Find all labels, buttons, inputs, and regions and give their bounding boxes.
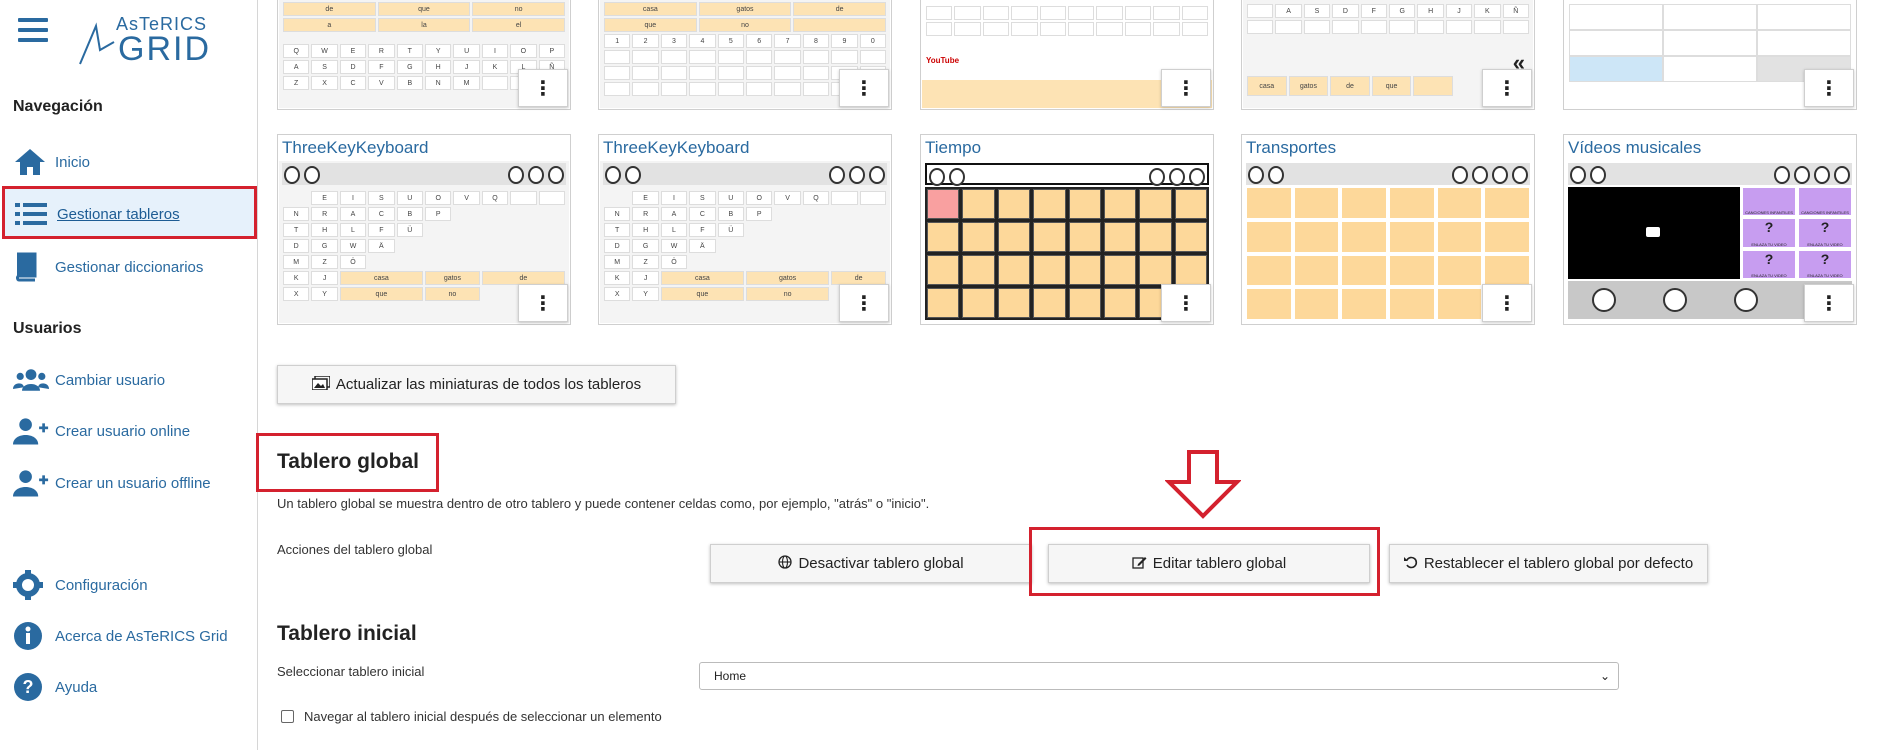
app-logo: AsTeRICS GRID — [76, 14, 209, 66]
board-thumbnail-threekey-2[interactable]: ThreeKeyKeyboard EISUOVQ NRACBP THLFÜ DG… — [598, 134, 892, 325]
rewind-icon — [1591, 288, 1616, 312]
nav-item-help[interactable]: ? Ayuda — [13, 670, 97, 704]
board-name[interactable]: ThreeKeyKeyboard — [282, 138, 428, 158]
initial-board-select[interactable]: Home ⌄ — [699, 662, 1619, 690]
nav-item-create-offline-user[interactable]: Crear un usuario offline — [13, 466, 211, 500]
navigate-initial-checkbox-row[interactable]: Navegar al tablero inicial después de se… — [281, 709, 662, 724]
play-icon — [1733, 288, 1758, 312]
undo-icon — [1403, 555, 1418, 573]
board-thumbnail-threekey-1[interactable]: ThreeKeyKeyboard EISUOVQ NRACBP THLFÜ DG… — [277, 134, 571, 325]
board-menu-button[interactable]: ⋮ — [518, 284, 568, 322]
images-icon — [311, 374, 331, 394]
reset-global-board-button[interactable]: Restablecer el tablero global por defect… — [1389, 544, 1708, 583]
nav-section-title: Navegación — [13, 98, 103, 115]
board-thumbnail-music-videos[interactable]: Vídeos musicales CANCIONES INFANTILES CA… — [1563, 134, 1857, 325]
nav-item-home[interactable]: Inicio — [13, 145, 90, 179]
nav-item-create-online-user[interactable]: Crear usuario online — [13, 414, 190, 448]
nav-item-boards-highlight: Gestionar tableros — [2, 186, 257, 239]
video-player — [1568, 187, 1740, 279]
nav-item-settings[interactable]: Configuración — [13, 568, 148, 602]
board-thumbnail[interactable]: YouTube ⋮ — [920, 0, 1214, 110]
nav-item-about[interactable]: Acerca de AsTeRICS Grid — [13, 619, 228, 653]
nav-item-dictionaries[interactable]: Gestionar diccionarios — [13, 250, 203, 284]
board-thumbnail-transport[interactable]: Transportes ⋮ — [1241, 134, 1535, 325]
edit-icon — [1132, 555, 1147, 573]
nav-item-change-user[interactable]: Cambiar usuario — [13, 363, 165, 397]
users-icon — [13, 365, 49, 395]
gear-icon — [13, 570, 49, 600]
board-thumbnail[interactable]: casa gatos de que no 1234567890 ⋮ — [598, 0, 892, 110]
board-menu-button[interactable]: ⋮ — [1804, 284, 1854, 322]
update-thumbnails-button[interactable]: Actualizar las miniaturas de todos los t… — [277, 365, 676, 404]
deactivate-global-board-button[interactable]: Desactivar tablero global — [710, 544, 1032, 583]
board-menu-button[interactable]: ⋮ — [1482, 69, 1532, 107]
user-plus-icon — [13, 468, 49, 498]
board-menu-button[interactable]: ⋮ — [1161, 69, 1211, 107]
sidebar: AsTeRICS GRID Navegación Inicio Gestiona… — [0, 0, 258, 750]
pause-icon — [1662, 288, 1687, 312]
board-menu-button[interactable]: ⋮ — [518, 69, 568, 107]
global-board-description: Un tablero global se muestra dentro de o… — [277, 496, 930, 511]
global-board-title: Tablero global — [277, 450, 419, 473]
globe-icon — [778, 554, 793, 573]
board-thumbnail[interactable]: ⋮ — [1563, 0, 1857, 110]
book-icon — [13, 252, 49, 282]
board-name[interactable]: Vídeos musicales — [1568, 138, 1701, 158]
board-name[interactable]: Tiempo — [925, 138, 981, 158]
board-menu-button[interactable]: ⋮ — [1161, 284, 1211, 322]
home-icon — [13, 147, 49, 177]
navigate-initial-checkbox[interactable] — [281, 710, 294, 723]
board-menu-button[interactable]: ⋮ — [839, 69, 889, 107]
board-thumbnail-weather[interactable]: Tiempo ⋮ — [920, 134, 1214, 325]
nav-item-manage-boards[interactable]: Gestionar tableros — [15, 197, 180, 231]
board-name[interactable]: ThreeKeyKeyboard — [603, 138, 749, 158]
edit-global-board-button[interactable]: Editar tablero global — [1048, 544, 1370, 583]
chevron-down-icon: ⌄ — [1599, 669, 1610, 683]
initial-board-title: Tablero inicial — [277, 622, 417, 645]
board-thumbnail[interactable]: de que no a la el QWERTYUIOP ASDFGHJKLÑ ZXCV… — [277, 0, 571, 110]
svg-text:?: ? — [23, 677, 34, 697]
board-menu-button[interactable]: ⋮ — [839, 284, 889, 322]
users-section-title: Usuarios — [13, 320, 82, 337]
list-icon — [15, 199, 51, 229]
hamburger-menu-icon[interactable] — [18, 18, 48, 44]
info-icon — [13, 621, 49, 651]
global-actions-label: Acciones del tablero global — [277, 542, 433, 557]
board-menu-button[interactable]: ⋮ — [1804, 69, 1854, 107]
help-icon: ? — [13, 672, 49, 702]
board-name[interactable]: Transportes — [1246, 138, 1336, 158]
youtube-logo: YouTube — [926, 56, 960, 65]
play-icon — [1646, 227, 1660, 237]
board-menu-button[interactable]: ⋮ — [1482, 284, 1532, 322]
board-thumbnail[interactable]: ASDFGHJKÑ « casa gatos de que ⋮ — [1241, 0, 1535, 110]
user-plus-icon — [13, 416, 49, 446]
initial-board-label: Seleccionar tablero inicial — [277, 664, 425, 679]
down-arrow-annotation-icon — [1165, 450, 1241, 519]
